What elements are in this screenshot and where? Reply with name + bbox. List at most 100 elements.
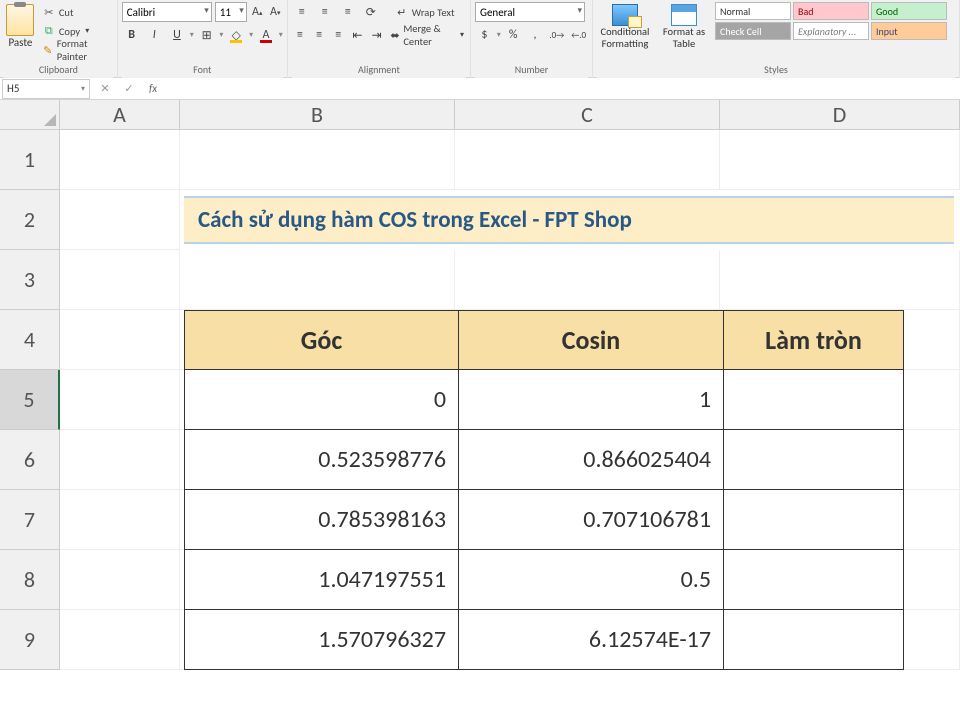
- formula-input[interactable]: [166, 80, 960, 98]
- formula-bar: H5 ▾ ✕ ✓ fx: [0, 78, 960, 100]
- cell[interactable]: [60, 490, 180, 550]
- bold-button[interactable]: B: [122, 25, 142, 45]
- table-cell[interactable]: 0.707106781: [459, 490, 724, 550]
- table-cell[interactable]: 6.12574E-17: [459, 610, 724, 670]
- cell[interactable]: [60, 250, 180, 310]
- row-header-1[interactable]: 1: [0, 130, 60, 190]
- cut-button[interactable]: ✂Cut: [40, 3, 113, 21]
- cell[interactable]: [180, 250, 455, 310]
- italic-button[interactable]: I: [144, 25, 164, 45]
- chevron-down-icon[interactable]: ▾: [219, 30, 223, 40]
- select-all-corner[interactable]: [0, 100, 60, 130]
- table-header-goc[interactable]: Góc: [184, 310, 459, 370]
- fill-color-button[interactable]: ◇: [226, 25, 246, 45]
- row-header-3[interactable]: 3: [0, 250, 60, 310]
- row-header-4[interactable]: 4: [0, 310, 60, 370]
- wrap-text-button[interactable]: ↵Wrap Text: [393, 3, 457, 21]
- cell[interactable]: [60, 430, 180, 490]
- table-cell[interactable]: [724, 430, 904, 490]
- cell[interactable]: [720, 130, 960, 190]
- cell[interactable]: [455, 130, 720, 190]
- style-good[interactable]: Good: [871, 2, 947, 20]
- name-box[interactable]: H5 ▾: [2, 79, 90, 99]
- table-header-lamtron[interactable]: Làm tròn: [724, 310, 904, 370]
- chevron-down-icon[interactable]: ▾: [249, 30, 253, 40]
- cancel-formula-button[interactable]: ✕: [96, 80, 114, 98]
- cell[interactable]: [180, 130, 455, 190]
- row-header-5[interactable]: 5: [0, 370, 60, 430]
- table-cell[interactable]: [724, 490, 904, 550]
- table-cell[interactable]: 0.866025404: [459, 430, 724, 490]
- format-as-table-button[interactable]: Format as Table: [656, 2, 712, 60]
- style-input[interactable]: Input: [871, 22, 947, 40]
- cell[interactable]: [60, 130, 180, 190]
- enter-formula-button[interactable]: ✓: [120, 80, 138, 98]
- table-cell[interactable]: [724, 610, 904, 670]
- currency-button[interactable]: $: [475, 25, 494, 45]
- conditional-formatting-icon: [612, 4, 638, 26]
- table-cell[interactable]: [724, 550, 904, 610]
- decrease-decimal-button[interactable]: ←.0: [569, 25, 588, 45]
- style-explanatory[interactable]: Explanatory ...: [793, 22, 869, 40]
- paste-button[interactable]: Paste: [4, 2, 37, 60]
- increase-font-button[interactable]: A▴: [250, 2, 265, 22]
- format-painter-button[interactable]: ✎Format Painter: [40, 41, 113, 59]
- decrease-indent-button[interactable]: ⇤: [349, 25, 365, 45]
- style-check-cell[interactable]: Check Cell: [715, 22, 791, 40]
- chevron-down-icon[interactable]: ▾: [190, 30, 194, 40]
- font-color-button[interactable]: A: [256, 25, 276, 45]
- row-header-9[interactable]: 9: [0, 610, 60, 670]
- align-top-button[interactable]: ≡: [292, 2, 312, 22]
- table-cell[interactable]: 1.047197551: [184, 550, 459, 610]
- number-format-select[interactable]: [475, 2, 585, 22]
- col-header-c[interactable]: C: [455, 100, 720, 130]
- table-cell[interactable]: 0.785398163: [184, 490, 459, 550]
- decrease-font-button[interactable]: A▾: [268, 2, 283, 22]
- table-cell[interactable]: 0: [184, 370, 459, 430]
- align-bottom-button[interactable]: ≡: [338, 2, 358, 22]
- orientation-button[interactable]: ⟳: [361, 2, 381, 22]
- alignment-group: ≡ ≡ ≡ ⟳ ↵Wrap Text ≡ ≡ ≡ ⇤ ⇥ ⬌Merge & Ce…: [288, 0, 471, 78]
- underline-button[interactable]: U: [167, 25, 187, 45]
- col-header-b[interactable]: B: [180, 100, 455, 130]
- col-header-a[interactable]: A: [60, 100, 180, 130]
- cell[interactable]: [60, 550, 180, 610]
- conditional-formatting-button[interactable]: Conditional Formatting: [597, 2, 653, 60]
- cell[interactable]: [60, 370, 180, 430]
- comma-button[interactable]: ,: [526, 25, 545, 45]
- chevron-down-icon[interactable]: ▾: [279, 30, 283, 40]
- border-button[interactable]: ⊞: [197, 25, 217, 45]
- chevron-down-icon[interactable]: ▾: [497, 30, 501, 40]
- percent-button[interactable]: %: [504, 25, 523, 45]
- style-bad[interactable]: Bad: [793, 2, 869, 20]
- number-group-label: Number: [475, 61, 588, 78]
- merge-center-button[interactable]: ⬌Merge & Center▾: [388, 26, 466, 44]
- row-header-7[interactable]: 7: [0, 490, 60, 550]
- fx-icon[interactable]: fx: [144, 80, 162, 98]
- style-normal[interactable]: Normal: [715, 2, 791, 20]
- align-left-button[interactable]: ≡: [292, 25, 308, 45]
- cell[interactable]: [455, 250, 720, 310]
- row-header-2[interactable]: 2: [0, 190, 60, 250]
- row-header-6[interactable]: 6: [0, 430, 60, 490]
- cell[interactable]: [60, 190, 180, 250]
- table-cell[interactable]: 1.570796327: [184, 610, 459, 670]
- font-size-select[interactable]: [215, 2, 247, 22]
- table-cell[interactable]: [724, 370, 904, 430]
- increase-decimal-button[interactable]: .0→: [547, 25, 566, 45]
- row-header-8[interactable]: 8: [0, 550, 60, 610]
- table-cell[interactable]: 1: [459, 370, 724, 430]
- align-right-button[interactable]: ≡: [330, 25, 346, 45]
- align-middle-button[interactable]: ≡: [315, 2, 335, 22]
- cell[interactable]: [60, 310, 180, 370]
- table-header-cosin[interactable]: Cosin: [459, 310, 724, 370]
- table-cell[interactable]: 0.523598776: [184, 430, 459, 490]
- align-center-button[interactable]: ≡: [311, 25, 327, 45]
- font-name-select[interactable]: [122, 2, 212, 22]
- cell[interactable]: [720, 250, 960, 310]
- col-header-d[interactable]: D: [720, 100, 960, 130]
- cell[interactable]: [60, 610, 180, 670]
- cell-title[interactable]: Cách sử dụng hàm COS trong Excel - FPT S…: [180, 190, 960, 250]
- table-cell[interactable]: 0.5: [459, 550, 724, 610]
- increase-indent-button[interactable]: ⇥: [369, 25, 385, 45]
